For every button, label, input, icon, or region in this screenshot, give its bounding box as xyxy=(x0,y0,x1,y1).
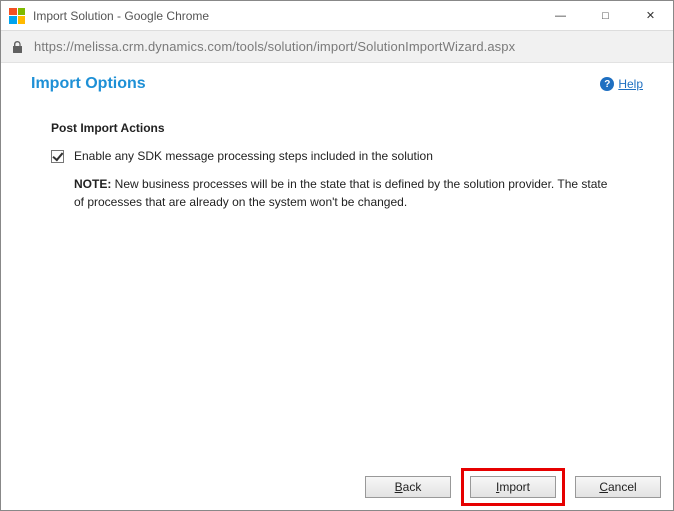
help-label: Help xyxy=(618,77,643,91)
url-text[interactable]: https://melissa.crm.dynamics.com/tools/s… xyxy=(34,39,515,54)
enable-sdk-steps-checkbox[interactable] xyxy=(51,150,64,163)
page-header: Import Options ? Help xyxy=(31,75,643,93)
help-link[interactable]: ? Help xyxy=(600,77,643,91)
window-title: Import Solution - Google Chrome xyxy=(33,9,209,23)
page-title: Import Options xyxy=(31,75,146,93)
window-maximize-button[interactable]: □ xyxy=(583,1,628,31)
import-button[interactable]: Import xyxy=(470,476,556,498)
wizard-content: Import Options ? Help Post Import Action… xyxy=(1,63,673,510)
cancel-button[interactable]: Cancel xyxy=(575,476,661,498)
enable-sdk-steps-row: Enable any SDK message processing steps … xyxy=(51,149,643,163)
note-block: NOTE: New business processes will be in … xyxy=(51,175,611,211)
back-button[interactable]: Back xyxy=(365,476,451,498)
section-heading: Post Import Actions xyxy=(51,121,643,135)
note-text: New business processes will be in the st… xyxy=(74,177,607,209)
lock-icon xyxy=(11,40,24,54)
window-titlebar: Import Solution - Google Chrome — □ ✕ xyxy=(1,1,673,31)
wizard-footer: Back Import Cancel xyxy=(1,464,673,510)
import-button-highlight: Import xyxy=(461,468,565,506)
help-icon: ? xyxy=(600,77,614,91)
note-label: NOTE: xyxy=(74,177,111,191)
chrome-window: Import Solution - Google Chrome — □ ✕ ht… xyxy=(0,0,674,511)
chrome-app-icon xyxy=(9,8,25,24)
window-minimize-button[interactable]: — xyxy=(538,1,583,31)
window-close-button[interactable]: ✕ xyxy=(628,1,673,31)
enable-sdk-steps-label: Enable any SDK message processing steps … xyxy=(74,149,433,163)
address-bar: https://melissa.crm.dynamics.com/tools/s… xyxy=(1,31,673,63)
post-import-actions-section: Post Import Actions Enable any SDK messa… xyxy=(31,121,643,211)
